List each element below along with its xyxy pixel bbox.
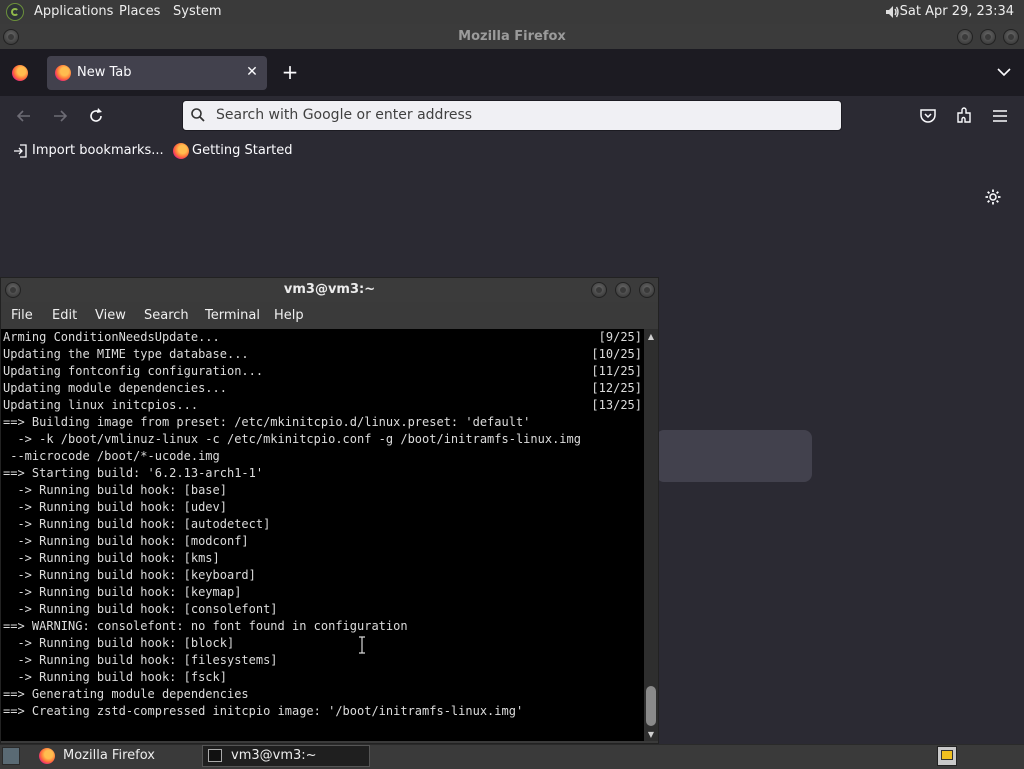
chevron-down-icon[interactable]: [995, 63, 1013, 81]
taskbar-item-terminal-label: vm3@vm3:~: [231, 748, 317, 763]
terminal-menu-view[interactable]: View: [95, 302, 126, 329]
terminal-line-progress: [10/25]: [591, 347, 642, 361]
terminal-menu-search[interactable]: Search: [144, 302, 189, 329]
show-desktop-icon[interactable]: [2, 747, 20, 765]
reload-icon[interactable]: [86, 106, 106, 126]
close-tab-icon[interactable]: ✕: [244, 64, 260, 80]
terminal-line: -> Running build hook: [kms]: [3, 551, 220, 565]
terminal-output[interactable]: Arming ConditionNeedsUpdate... [9/25] Upda…: [1, 329, 644, 741]
address-bar-placeholder[interactable]: Search with Google or enter address: [216, 100, 472, 131]
getting-started-favicon-icon: [173, 143, 189, 159]
places-menu[interactable]: Places: [119, 0, 160, 24]
bookmark-import[interactable]: Import bookmarks...: [32, 136, 164, 166]
terminal-scrollbar[interactable]: [644, 329, 658, 741]
terminal-line: --microcode /boot/*-ucode.img: [3, 449, 220, 463]
terminal-menu-help[interactable]: Help: [274, 302, 304, 329]
terminal-menu-file[interactable]: File: [11, 302, 33, 329]
new-tab-button[interactable]: +: [280, 62, 300, 82]
terminal-line: -> Running build hook: [fsck]: [3, 670, 227, 684]
terminal-line: -> Running build hook: [filesystems]: [3, 653, 278, 667]
terminal-line: -> Running build hook: [autodetect]: [3, 517, 271, 531]
terminal-minimize-button[interactable]: [591, 282, 607, 298]
terminal-line: ==> Creating zstd-compressed initcpio im…: [3, 704, 524, 718]
maximize-button[interactable]: [980, 29, 996, 45]
panel-clock[interactable]: Sat Apr 29, 23:34: [900, 0, 1014, 24]
search-icon: [191, 108, 205, 122]
import-icon: [14, 144, 27, 158]
terminal-line: -> Running build hook: [consolefont]: [3, 602, 278, 616]
terminal-close-button[interactable]: [639, 282, 655, 298]
terminal-maximize-button[interactable]: [615, 282, 631, 298]
text-cursor-icon: [359, 636, 365, 654]
scroll-up-icon[interactable]: ▲: [644, 331, 658, 343]
scroll-down-icon[interactable]: ▼: [644, 729, 658, 741]
tab-favicon-icon: [55, 65, 71, 81]
extensions-icon[interactable]: [954, 106, 974, 126]
taskbar-item-firefox[interactable]: Mozilla Firefox: [63, 745, 155, 767]
terminal-line-progress: [13/25]: [591, 398, 642, 412]
terminal-line: -> Running build hook: [modconf]: [3, 534, 249, 548]
bookmark-getting-started[interactable]: Getting Started: [192, 136, 293, 166]
taskbar-firefox-icon: [39, 748, 55, 764]
close-window-button[interactable]: [1003, 29, 1019, 45]
system-menu[interactable]: System: [173, 0, 221, 24]
firefox-view-icon[interactable]: [12, 65, 28, 81]
distro-logo-icon[interactable]: [6, 3, 24, 21]
terminal-line: ==> Starting build: '6.2.13-arch1-1': [3, 466, 264, 480]
terminal-line: ==> WARNING: consolefont: no font found …: [3, 619, 408, 633]
terminal-line: -> Running build hook: [block]: [3, 636, 235, 650]
minimize-button[interactable]: [957, 29, 973, 45]
terminal-line-progress: [12/25]: [591, 381, 642, 395]
pocket-icon[interactable]: [918, 106, 938, 126]
forward-arrow-icon[interactable]: [50, 106, 70, 126]
taskbar-terminal-icon: [208, 749, 222, 762]
terminal-line: Arming ConditionNeedsUpdate...: [3, 330, 220, 344]
terminal-scroll-thumb[interactable]: [646, 686, 656, 726]
hamburger-menu-icon[interactable]: [990, 106, 1010, 126]
terminal-window-title: vm3@vm3:~: [283, 282, 376, 297]
terminal-line-progress: [9/25]: [598, 330, 642, 344]
back-arrow-icon[interactable]: [14, 106, 34, 126]
terminal-line: Updating linux initcpios...: [3, 398, 199, 412]
terminal-line: -> -k /boot/vmlinuz-linux -c /etc/mkinit…: [3, 432, 581, 446]
terminal-line: Updating the MIME type database...: [3, 347, 249, 361]
firefox-window-title: Mozilla Firefox: [458, 29, 566, 44]
tab-label: New Tab: [77, 65, 132, 80]
volume-icon[interactable]: [884, 4, 900, 20]
terminal-line: ==> Generating module dependencies: [3, 687, 249, 701]
applications-menu[interactable]: Applications: [34, 0, 113, 24]
terminal-line: -> Running build hook: [udev]: [3, 500, 227, 514]
terminal-line: ==> Building image from preset: /etc/mki…: [3, 415, 531, 429]
terminal-line: -> Running build hook: [keyboard]: [3, 568, 256, 582]
gear-icon[interactable]: [984, 188, 1002, 206]
terminal-line: -> Running build hook: [keymap]: [3, 585, 242, 599]
terminal-line: -> Running build hook: [base]: [3, 483, 227, 497]
terminal-line: Updating fontconfig configuration...: [3, 364, 264, 378]
terminal-line: Updating module dependencies...: [3, 381, 227, 395]
terminal-line-progress: [11/25]: [591, 364, 642, 378]
terminal-menu-edit[interactable]: Edit: [52, 302, 77, 329]
terminal-menu-terminal[interactable]: Terminal: [205, 302, 260, 329]
workspace-switcher[interactable]: [937, 746, 957, 766]
newtab-search-box[interactable]: [656, 430, 812, 482]
